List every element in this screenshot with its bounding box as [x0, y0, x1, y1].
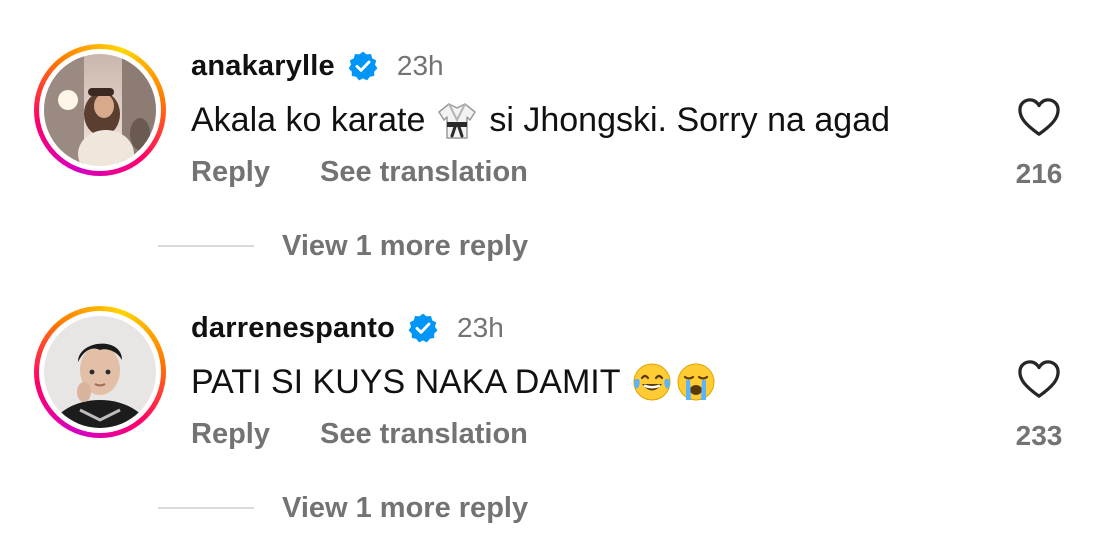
username[interactable]: anakarylle [191, 50, 335, 83]
loudly-crying-face-icon [677, 363, 714, 401]
verified-badge-icon [408, 313, 438, 343]
like-area: 216 [1012, 96, 1066, 190]
comment-text-part: PATI SI KUYS NAKA DAMIT [191, 362, 621, 401]
like-area: 233 [1012, 358, 1066, 452]
view-more-replies-button[interactable]: View 1 more reply [282, 492, 528, 525]
like-count: 216 [1015, 158, 1063, 189]
reply-button[interactable]: Reply [191, 418, 270, 451]
like-count: 233 [1015, 420, 1063, 451]
avatar-story-ring[interactable] [34, 306, 166, 438]
reply-thread-line [158, 507, 254, 509]
avatar-story-ring[interactable] [34, 44, 166, 176]
reply-thread-line [158, 245, 254, 247]
face-with-tears-of-joy-icon [633, 363, 670, 401]
comment-text: Akala ko karate si Jhongski. Sorry na ag… [191, 98, 890, 142]
comment-text-part: si Jhongski. Sorry na agad [489, 100, 891, 139]
username[interactable]: darrenespanto [191, 312, 395, 345]
comment-time: 23h [396, 50, 444, 81]
see-translation-button[interactable]: See translation [320, 418, 528, 451]
comment-text-part: Akala ko karate [191, 100, 426, 139]
verified-badge-icon [348, 51, 378, 81]
karate-uniform-icon [438, 103, 477, 139]
avatar[interactable] [44, 316, 156, 428]
see-translation-button[interactable]: See translation [320, 156, 528, 189]
comment-text: PATI SI KUYS NAKA DAMIT [191, 360, 717, 404]
heart-icon[interactable] [1016, 358, 1062, 400]
reply-button[interactable]: Reply [191, 156, 270, 189]
comment-time: 23h [457, 312, 504, 343]
view-more-replies-button[interactable]: View 1 more reply [282, 230, 528, 263]
avatar[interactable] [44, 54, 156, 166]
heart-icon[interactable] [1016, 96, 1062, 138]
